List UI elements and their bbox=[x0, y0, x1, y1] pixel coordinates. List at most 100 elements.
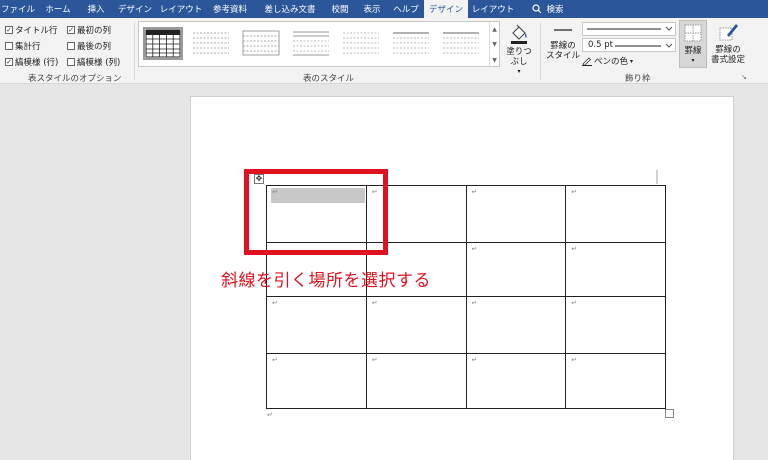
checkbox[interactable]: ✓ bbox=[67, 26, 75, 34]
option-total-row[interactable]: 集計行 bbox=[5, 40, 41, 52]
search-label: 検索 bbox=[546, 5, 564, 15]
border-styles-label-1: 罫線の bbox=[550, 41, 576, 51]
borders-button[interactable]: 罫線 ▾ bbox=[679, 20, 707, 68]
border-painter-label-2: 書式設定 bbox=[710, 55, 745, 65]
table-cell[interactable]: ↵ bbox=[565, 296, 666, 354]
paint-bucket-icon bbox=[511, 24, 527, 44]
annotation-highlight-box bbox=[244, 169, 388, 255]
tab-help[interactable]: ヘルプ bbox=[388, 0, 424, 18]
plain-table-icon bbox=[242, 30, 280, 56]
option-label: 縞模様 (行) bbox=[15, 58, 59, 68]
border-painter-label-1: 罫線の bbox=[715, 45, 741, 55]
table-cell[interactable]: ↵ bbox=[465, 185, 567, 243]
table-style-grid-selected[interactable] bbox=[143, 27, 183, 60]
end-of-cell-mark: ↵ bbox=[471, 299, 478, 307]
border-painter-icon bbox=[719, 24, 738, 41]
table-style-plain-5[interactable] bbox=[391, 27, 431, 60]
checkbox[interactable]: ✓ bbox=[5, 26, 13, 34]
pen-color-button[interactable]: ペンの色 ▾ bbox=[582, 55, 633, 67]
tab-mailings[interactable]: 差し込み文書 bbox=[256, 0, 324, 18]
chevron-down-icon bbox=[665, 26, 673, 31]
table-cell[interactable]: ↵ bbox=[266, 296, 367, 354]
chevron-down-icon: ▾ bbox=[691, 57, 695, 64]
end-of-cell-mark: ↵ bbox=[571, 245, 578, 253]
option-label: タイトル行 bbox=[15, 26, 58, 36]
end-of-cell-mark: ↵ bbox=[471, 245, 478, 253]
end-of-cell-mark: ↵ bbox=[371, 356, 378, 364]
dialog-launcher-icon[interactable]: ↘ bbox=[741, 73, 747, 81]
tab-review[interactable]: 校閲 bbox=[324, 0, 356, 18]
table-cell[interactable]: ↵ bbox=[365, 296, 467, 354]
line-weight-select[interactable]: 0.5 pt bbox=[582, 38, 676, 52]
search-box[interactable]: 検索 bbox=[518, 0, 578, 18]
end-of-cell-mark: ↵ bbox=[571, 299, 578, 307]
table-cell[interactable]: ↵ bbox=[465, 353, 567, 409]
table-resize-handle[interactable] bbox=[665, 409, 674, 418]
tab-table-layout[interactable]: レイアウト bbox=[468, 0, 518, 18]
grid-table-icon bbox=[145, 29, 181, 58]
plain-table-icon bbox=[443, 32, 479, 54]
end-of-cell-mark: ↵ bbox=[471, 188, 478, 196]
option-first-column[interactable]: ✓ 最初の列 bbox=[67, 24, 111, 36]
tab-home[interactable]: ホーム bbox=[36, 0, 80, 18]
ribbon-tab-bar: ファイル ホーム 挿入 デザイン レイアウト 参考資料 差し込み文書 校閲 表示… bbox=[0, 0, 768, 18]
tab-insert[interactable]: 挿入 bbox=[80, 0, 112, 18]
plain-table-icon bbox=[343, 32, 379, 54]
line-style-select[interactable] bbox=[582, 22, 676, 36]
option-last-column[interactable]: 最後の列 bbox=[67, 40, 111, 52]
tab-file[interactable]: ファイル bbox=[0, 0, 36, 18]
option-label: 集計行 bbox=[15, 42, 41, 52]
borders-label: 罫線 bbox=[684, 46, 702, 56]
gallery-scroll[interactable]: ▲ ▼ ▼ bbox=[489, 22, 499, 68]
end-of-cell-mark: ↵ bbox=[571, 356, 578, 364]
border-painter-button[interactable]: 罫線の 書式設定 bbox=[708, 22, 748, 65]
plain-table-icon bbox=[293, 31, 329, 56]
table-cell[interactable]: ↵ bbox=[465, 296, 567, 354]
table-style-plain-1[interactable] bbox=[191, 27, 231, 60]
chevron-down-icon bbox=[665, 43, 673, 48]
checkbox[interactable] bbox=[67, 42, 75, 50]
line-weight-preview bbox=[615, 43, 673, 48]
table-style-plain-2[interactable] bbox=[241, 27, 281, 60]
checkbox[interactable] bbox=[5, 42, 13, 50]
table-cell[interactable]: ↵ bbox=[565, 185, 666, 243]
table-style-plain-6[interactable] bbox=[441, 27, 481, 60]
table-cell[interactable]: ↵ bbox=[565, 242, 666, 297]
scroll-up-icon[interactable]: ▲ bbox=[492, 26, 497, 33]
table-style-plain-3[interactable] bbox=[291, 27, 331, 60]
group-label-table-styles: 表のスタイル bbox=[303, 74, 355, 84]
tab-view[interactable]: 表示 bbox=[356, 0, 388, 18]
borders-icon bbox=[684, 24, 702, 42]
more-icon[interactable]: ▼ bbox=[492, 57, 497, 64]
table-cell[interactable]: ↵ bbox=[565, 353, 666, 409]
tab-references[interactable]: 参考資料 bbox=[204, 0, 256, 18]
pen-color-label: ペンの色 bbox=[594, 57, 629, 67]
border-line-icon bbox=[554, 29, 572, 31]
table-style-plain-4[interactable] bbox=[341, 27, 381, 60]
option-header-row[interactable]: ✓ タイトル行 bbox=[5, 24, 58, 36]
end-of-cell-mark: ↵ bbox=[371, 299, 378, 307]
table-cell[interactable]: ↵ bbox=[266, 353, 367, 409]
border-styles-button[interactable]: 罫線の スタイル bbox=[545, 22, 581, 61]
table-cell[interactable]: ↵ bbox=[465, 242, 567, 297]
ribbon: ✓ タイトル行 ✓ 最初の列 集計行 最後の列 ✓ 縞模様 (行) 縞模様 (列… bbox=[0, 18, 768, 84]
chevron-down-icon: ▾ bbox=[517, 68, 521, 75]
tab-design[interactable]: デザイン bbox=[112, 0, 158, 18]
search-icon bbox=[532, 4, 542, 14]
annotation-text: 斜線を引く場所を選択する bbox=[221, 271, 431, 291]
scroll-down-icon[interactable]: ▼ bbox=[492, 41, 497, 48]
plain-table-icon bbox=[393, 32, 429, 54]
option-label: 最後の列 bbox=[77, 42, 112, 52]
option-banded-columns[interactable]: 縞模様 (列) bbox=[67, 56, 120, 68]
border-styles-label-2: スタイル bbox=[545, 51, 580, 61]
tab-table-design[interactable]: デザイン bbox=[424, 0, 468, 18]
shading-button[interactable]: 塗りつぶし ▾ bbox=[502, 22, 536, 77]
option-banded-rows[interactable]: ✓ 縞模様 (行) bbox=[5, 56, 58, 68]
pen-icon bbox=[582, 57, 592, 66]
table-styles-gallery[interactable]: ▲ ▼ ▼ bbox=[138, 21, 500, 68]
end-of-cell-mark: ↵ bbox=[272, 356, 278, 364]
checkbox[interactable]: ✓ bbox=[5, 58, 13, 66]
table-cell[interactable]: ↵ bbox=[365, 353, 467, 409]
tab-layout[interactable]: レイアウト bbox=[158, 0, 204, 18]
checkbox[interactable] bbox=[67, 58, 75, 66]
